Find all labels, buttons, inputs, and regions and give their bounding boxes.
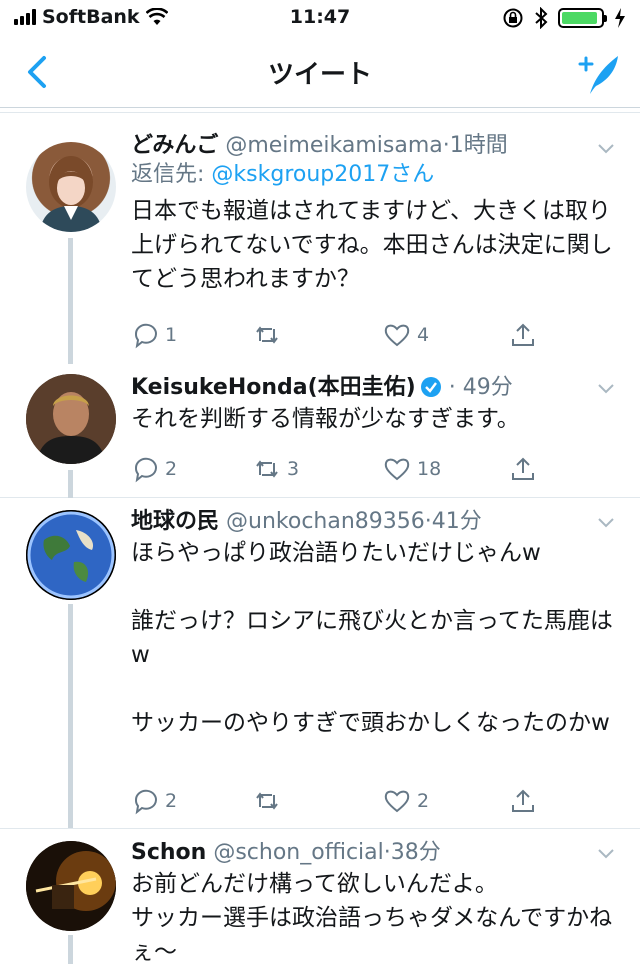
retweet-button[interactable]: 3 xyxy=(253,454,299,484)
retweet-icon xyxy=(256,460,278,478)
avatar[interactable] xyxy=(26,374,116,464)
like-count: 18 xyxy=(417,458,442,480)
share-icon xyxy=(512,789,534,812)
thread-line xyxy=(68,470,73,498)
dot-separator: · xyxy=(441,375,463,400)
chevron-down-icon[interactable] xyxy=(596,142,616,156)
heart-icon xyxy=(384,790,410,813)
avatar-image xyxy=(26,841,116,931)
share-icon xyxy=(512,323,534,346)
dot-separator: · xyxy=(442,133,450,158)
avatar-image xyxy=(40,156,102,232)
heart-icon xyxy=(384,324,410,347)
like-button[interactable]: 18 xyxy=(383,454,441,484)
avatar[interactable] xyxy=(26,510,116,600)
tweet-actions: 1 4 xyxy=(131,320,551,350)
tweet-text: それを判断する情報が少なすぎます。 xyxy=(131,406,520,432)
page-title: ツイート xyxy=(267,60,372,90)
tweet-header: Schon @schon_official·38分 xyxy=(131,839,622,867)
reply-count: 2 xyxy=(165,790,178,812)
tweet-header: 地球の民 @unkochan89356·41分 xyxy=(131,508,622,536)
display-name[interactable]: 地球の民 xyxy=(131,509,219,534)
tweet-text: 日本でも報道はされてますけど、大きくは取り上げられてないですね。本田さんは決定に… xyxy=(131,198,613,292)
reply-button[interactable]: 1 xyxy=(131,320,177,350)
orientation-lock-icon xyxy=(503,8,523,28)
display-name[interactable]: Schon xyxy=(131,840,206,865)
heart-icon xyxy=(384,458,410,481)
reply-mention-link[interactable]: @kskgroup2017さん xyxy=(211,162,434,187)
bluetooth-icon xyxy=(535,7,548,29)
avatar[interactable] xyxy=(26,142,116,232)
status-bar: SoftBank 11:47 xyxy=(0,0,640,40)
tweet-actions: 2 2 xyxy=(131,786,551,816)
reply-icon xyxy=(134,323,157,349)
divider xyxy=(0,112,640,113)
retweet-icon xyxy=(256,326,278,344)
username[interactable]: @meimeikamisama xyxy=(225,133,442,158)
tweet-header: KeisukeHonda(本田圭佑) · 49分 xyxy=(131,374,622,402)
tweet-body: Schon @schon_official·38分 お前どんだけ構って欲しいんだ… xyxy=(131,839,622,964)
timestamp[interactable]: 41分 xyxy=(432,509,482,534)
tweet-body: どみんご @meimeikamisama·1時間 返信先: @kskgroup2… xyxy=(131,132,622,296)
like-button[interactable]: 2 xyxy=(383,786,429,816)
retweet-icon xyxy=(256,792,278,810)
username[interactable]: @unkochan89356 xyxy=(226,509,425,534)
reply-context: 返信先: @kskgroup2017さん xyxy=(131,160,622,190)
avatar-image xyxy=(26,374,116,464)
reply-button[interactable]: 2 xyxy=(131,454,177,484)
like-button[interactable]: 4 xyxy=(383,320,429,350)
avatar-image xyxy=(26,510,116,600)
reply-count: 1 xyxy=(165,324,178,346)
tweet[interactable]: 地球の民 @unkochan89356·41分 ほらやっぱり政治語りたいだけじゃ… xyxy=(0,498,640,828)
reply-icon xyxy=(134,789,157,815)
reply-count: 2 xyxy=(165,458,178,480)
chevron-down-icon[interactable] xyxy=(596,847,616,861)
tweet-text: ほらやっぱり政治語りたいだけじゃんw 誰だっけ？ロシアに飛び火とか言ってた馬鹿は… xyxy=(131,540,613,736)
username[interactable]: @schon_official xyxy=(213,840,383,865)
tweet[interactable]: Schon @schon_official·38分 お前どんだけ構って欲しいんだ… xyxy=(0,828,640,964)
battery-icon xyxy=(558,8,607,28)
share-button[interactable] xyxy=(509,786,537,816)
retweet-button[interactable] xyxy=(253,786,287,816)
status-right xyxy=(502,7,626,29)
tweet-actions: 2 3 18 xyxy=(131,454,551,484)
tweet-body: 地球の民 @unkochan89356·41分 ほらやっぱり政治語りたいだけじゃ… xyxy=(131,508,622,740)
tweet-text: お前どんだけ構って欲しいんだよ。 サッカー選手は政治語っちゃダメなんですかねぇ〜 xyxy=(131,871,613,964)
tweet-header: どみんご @meimeikamisama·1時間 xyxy=(131,132,622,160)
thread-line xyxy=(68,238,73,364)
verified-badge-icon xyxy=(420,377,441,397)
display-name[interactable]: どみんご xyxy=(131,133,218,158)
reply-icon xyxy=(134,457,157,483)
like-count: 2 xyxy=(417,790,430,812)
timestamp[interactable]: 38分 xyxy=(391,840,441,865)
thread-line xyxy=(68,604,73,828)
nav-bar: ツイート xyxy=(0,40,640,108)
retweet-button[interactable] xyxy=(253,320,287,350)
like-count: 4 xyxy=(417,324,430,346)
dot-separator: · xyxy=(424,509,432,534)
retweet-count: 3 xyxy=(287,458,300,480)
reply-button[interactable]: 2 xyxy=(131,786,177,816)
dot-separator: · xyxy=(383,840,391,865)
share-button[interactable] xyxy=(509,320,537,350)
chevron-down-icon[interactable] xyxy=(596,516,616,530)
chevron-down-icon[interactable] xyxy=(596,382,616,396)
share-button[interactable] xyxy=(509,454,537,484)
avatar[interactable] xyxy=(26,841,116,931)
thread-line xyxy=(68,935,73,964)
display-name[interactable]: KeisukeHonda(本田圭佑) xyxy=(131,375,416,400)
tweet-body: KeisukeHonda(本田圭佑) · 49分 それを判断する情報が少なすぎま… xyxy=(131,374,622,436)
timestamp[interactable]: 1時間 xyxy=(450,133,508,158)
timestamp[interactable]: 49分 xyxy=(463,375,513,400)
tweet[interactable]: KeisukeHonda(本田圭佑) · 49分 それを判断する情報が少なすぎま… xyxy=(0,364,640,498)
reply-prefix: 返信先: xyxy=(131,162,205,187)
tweet[interactable]: どみんご @meimeikamisama·1時間 返信先: @kskgroup2… xyxy=(0,114,640,364)
compose-tweet-button[interactable] xyxy=(572,50,622,96)
share-icon xyxy=(512,457,534,480)
charging-icon xyxy=(615,8,625,28)
